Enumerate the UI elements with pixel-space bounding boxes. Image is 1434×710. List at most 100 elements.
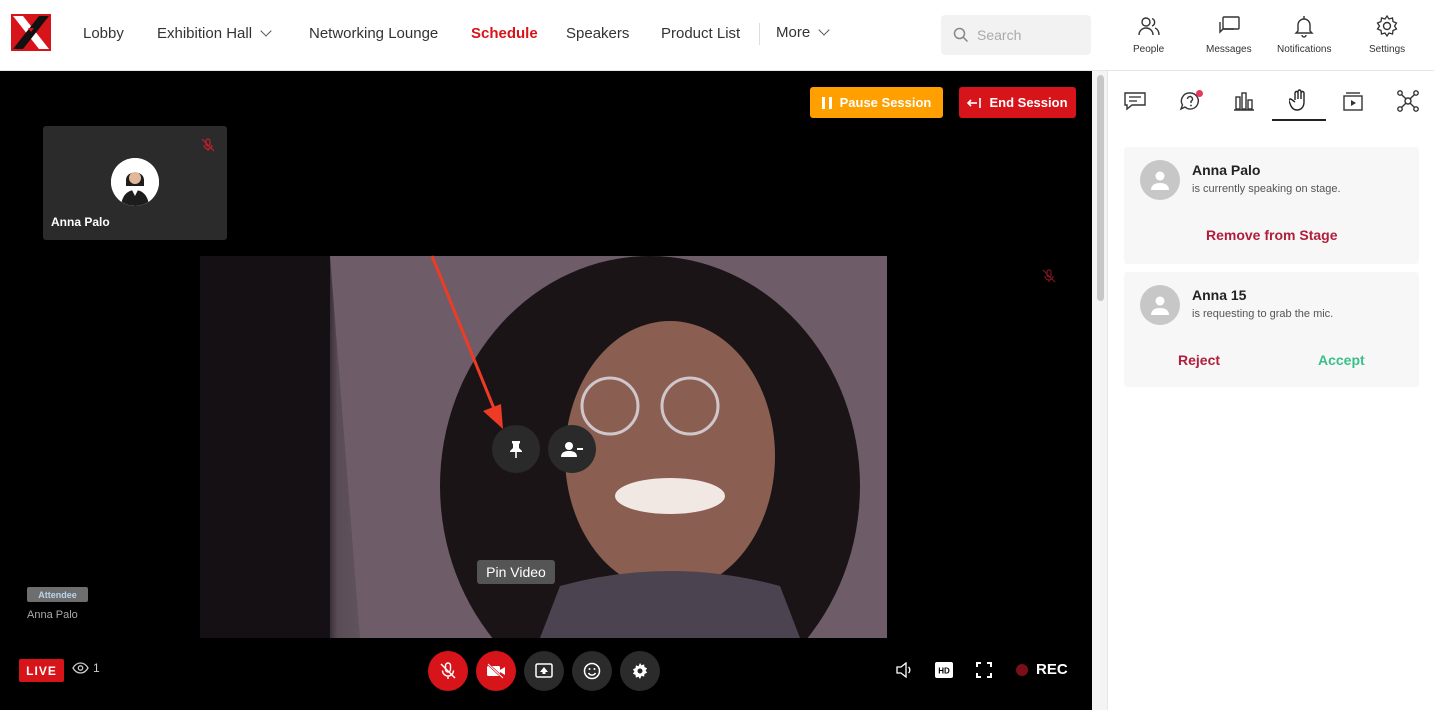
exit-icon [967,97,982,108]
stage-settings-button[interactable] [620,651,660,691]
role-badge: Attendee [27,587,88,602]
on-stage-card: Anna Palo is currently speaking on stage… [1124,147,1419,264]
fullscreen-button[interactable] [976,662,992,678]
tab-media[interactable] [1326,81,1380,121]
nav-lobby[interactable]: Lobby [83,25,124,42]
notification-dot-icon [1196,90,1203,97]
nav-networking-lounge-label: Networking Lounge [309,25,439,42]
nav-product-list-label: Product List [661,25,741,42]
annotation-arrow [430,255,503,429]
people-label: People [1133,44,1165,55]
share-screen-icon [535,663,553,678]
card-name: Anna 15 [1192,287,1247,303]
share-screen-button[interactable] [524,651,564,691]
viewer-count-value: 1 [93,661,100,675]
nav-divider [759,23,760,45]
participant-name: Anna Palo [27,609,78,621]
settings-label: Settings [1369,44,1406,55]
emoji-icon [583,662,601,680]
avatar [111,158,159,206]
notifications-label: Notifications [1277,44,1332,55]
search-box[interactable] [941,15,1091,55]
pause-session-button[interactable]: Pause Session [810,87,943,118]
messages-icon [1219,16,1240,34]
nav-more-label: More [776,24,811,41]
pin-icon [510,441,522,458]
mic-muted-icon [201,138,215,152]
user-icon [1151,171,1169,190]
bell-icon [1294,16,1314,38]
mic-request-card: Anna 15 is requesting to grab the mic. R… [1124,272,1419,387]
chevron-down-icon [260,25,272,37]
pin-video-button[interactable] [492,425,540,473]
gear-icon [632,663,648,679]
hd-icon: HD [935,662,953,678]
record-dot-icon [1016,663,1028,676]
messages-label: Messages [1206,44,1252,55]
stage-area: Pause Session End Session Anna Palo Pin … [0,71,1092,710]
nav-schedule-label: Schedule [471,25,538,42]
nav-lobby-label: Lobby [83,25,124,42]
chevron-down-icon [818,24,830,36]
top-nav-bar: Lobby Exhibition Hall Networking Lounge … [0,0,1434,71]
volume-button[interactable] [896,662,913,678]
viewer-count: 1 [72,661,100,675]
notifications-button[interactable]: Notifications [1277,14,1331,55]
svg-text:HD: HD [938,667,950,676]
tab-network[interactable] [1381,81,1434,121]
mic-muted-icon [1042,269,1056,283]
nav-speakers-label: Speakers [566,25,630,42]
reactions-button[interactable] [572,651,612,691]
speaker-icon [896,662,911,678]
avatar [1140,160,1180,200]
speaker-tile[interactable]: Anna Palo [43,126,227,240]
user-icon [1151,296,1169,315]
nav-exhibition-hall-label: Exhibition Hall [157,25,253,42]
people-button[interactable]: People [1133,14,1164,55]
tab-polls[interactable] [1217,81,1271,121]
nav-schedule[interactable]: Schedule [471,25,538,42]
card-status: is currently speaking on stage. [1192,183,1341,195]
remove-user-icon [561,442,583,457]
reject-button[interactable]: Reject [1178,352,1220,368]
raise-hand-icon [1289,89,1305,111]
scrollbar-thumb[interactable] [1097,75,1104,301]
tab-qna[interactable] [1163,81,1217,121]
eye-icon [72,662,89,674]
avatar [1140,285,1180,325]
media-icon [1343,92,1363,111]
toggle-mic-button[interactable] [428,651,468,691]
network-icon [1397,90,1419,112]
nav-more[interactable]: More [776,24,830,41]
pause-session-label: Pause Session [839,95,932,110]
speaker-tile-name: Anna Palo [51,215,110,229]
chat-icon [1124,92,1146,111]
tab-chat[interactable] [1108,81,1162,121]
nav-networking-lounge[interactable]: Networking Lounge [309,25,438,42]
hd-quality-button[interactable]: HD [935,662,953,678]
live-badge: LIVE [19,659,64,682]
nav-exhibition-hall[interactable]: Exhibition Hall [157,25,272,42]
toggle-camera-button[interactable] [476,651,516,691]
search-input[interactable] [977,27,1077,43]
end-session-label: End Session [989,95,1068,110]
logo[interactable] [11,14,51,51]
remove-from-stage-button[interactable]: Remove from Stage [1206,227,1337,243]
remove-user-button[interactable] [548,425,596,473]
people-icon [1137,17,1160,36]
accept-button[interactable]: Accept [1318,352,1365,368]
settings-button[interactable]: Settings [1369,14,1405,55]
recording-indicator: REC [1016,661,1068,678]
tab-raise-hand[interactable] [1272,81,1326,121]
rec-label: REC [1036,661,1068,678]
poll-icon [1234,92,1254,111]
pause-icon [821,96,832,109]
pin-video-tooltip: Pin Video [477,560,555,584]
messages-button[interactable]: Messages [1206,14,1252,55]
nav-speakers[interactable]: Speakers [566,25,629,42]
end-session-button[interactable]: End Session [959,87,1076,118]
nav-product-list[interactable]: Product List [661,25,740,42]
card-name: Anna Palo [1192,162,1261,178]
card-status: is requesting to grab the mic. [1192,308,1334,320]
camera-off-icon [487,663,505,679]
